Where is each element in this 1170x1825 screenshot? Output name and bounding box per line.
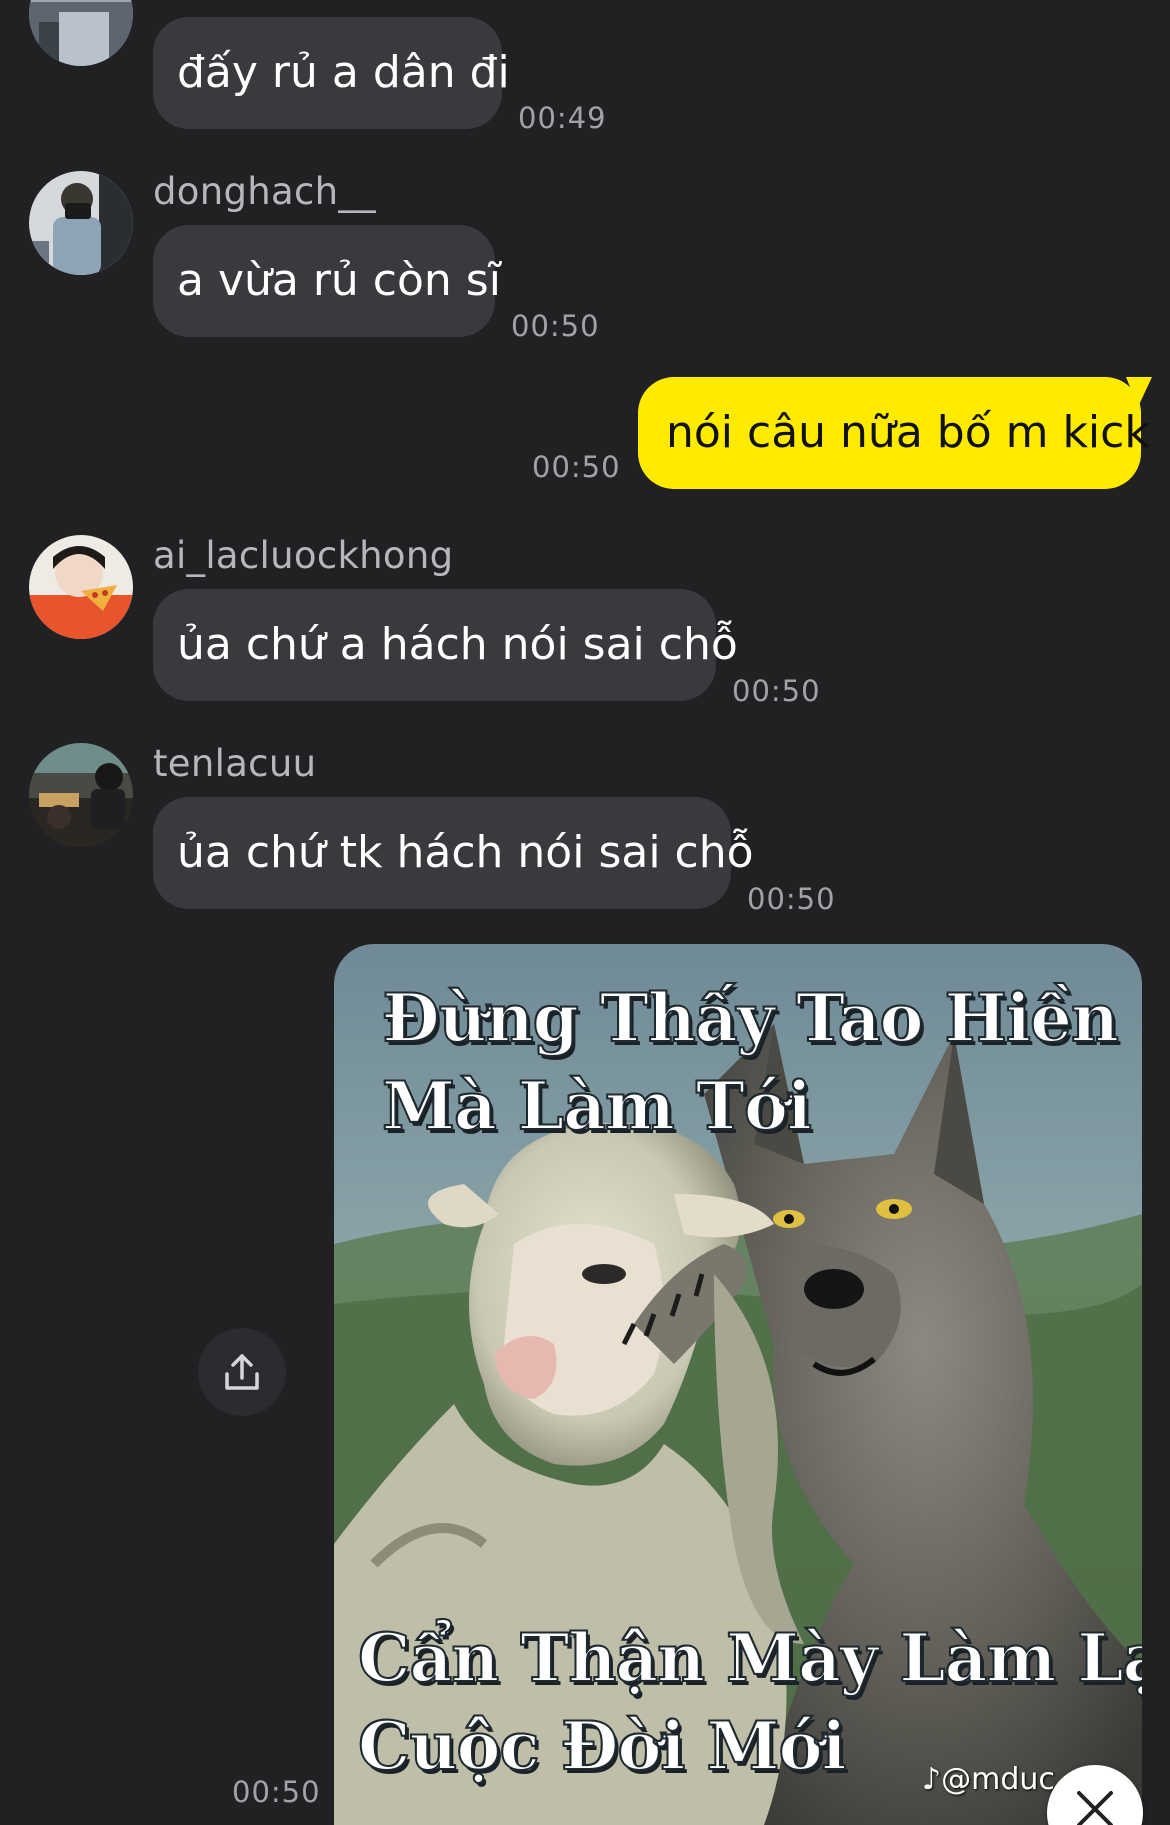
message-time: 00:50 xyxy=(532,450,621,484)
meme-top-caption: Đừng Thấy Tao Hiền Mà Làm Tới xyxy=(381,978,1120,1146)
sender-name: donghach__ xyxy=(153,170,376,213)
message-bubble[interactable]: đấy rủ a dân đi xyxy=(153,17,510,129)
sender-avatar[interactable] xyxy=(29,0,133,66)
message-time: 00:50 xyxy=(747,882,836,916)
message-bubble[interactable]: a vừa rủ còn sĩ xyxy=(153,225,501,337)
share-button[interactable] xyxy=(198,1328,286,1416)
close-icon xyxy=(1077,1791,1113,1825)
sender-name: tenlacuu xyxy=(153,742,317,785)
sender-name: ai_lacluockhong xyxy=(153,534,454,577)
message-time: 00:50 xyxy=(232,1775,321,1809)
image-message[interactable]: Đừng Thấy Tao Hiền Mà Làm Tới Cẩn Thận M… xyxy=(334,944,1142,1825)
my-message-bubble[interactable]: nói câu nữa bố m kick xyxy=(638,377,1150,489)
tiktok-icon: ♪ xyxy=(922,1762,942,1797)
message-bubble[interactable]: ủa chứ tk hách nói sai chỗ xyxy=(153,797,754,909)
sender-avatar[interactable] xyxy=(29,171,133,275)
message-bubble[interactable]: ủa chứ a hách nói sai chỗ xyxy=(153,589,738,701)
sender-avatar[interactable] xyxy=(29,743,133,847)
message-time: 00:49 xyxy=(518,101,607,135)
sender-avatar[interactable] xyxy=(29,535,133,639)
share-icon xyxy=(225,1354,259,1390)
bubble-tail xyxy=(1126,377,1152,407)
message-time: 00:50 xyxy=(511,309,600,343)
message-time: 00:50 xyxy=(732,674,821,708)
